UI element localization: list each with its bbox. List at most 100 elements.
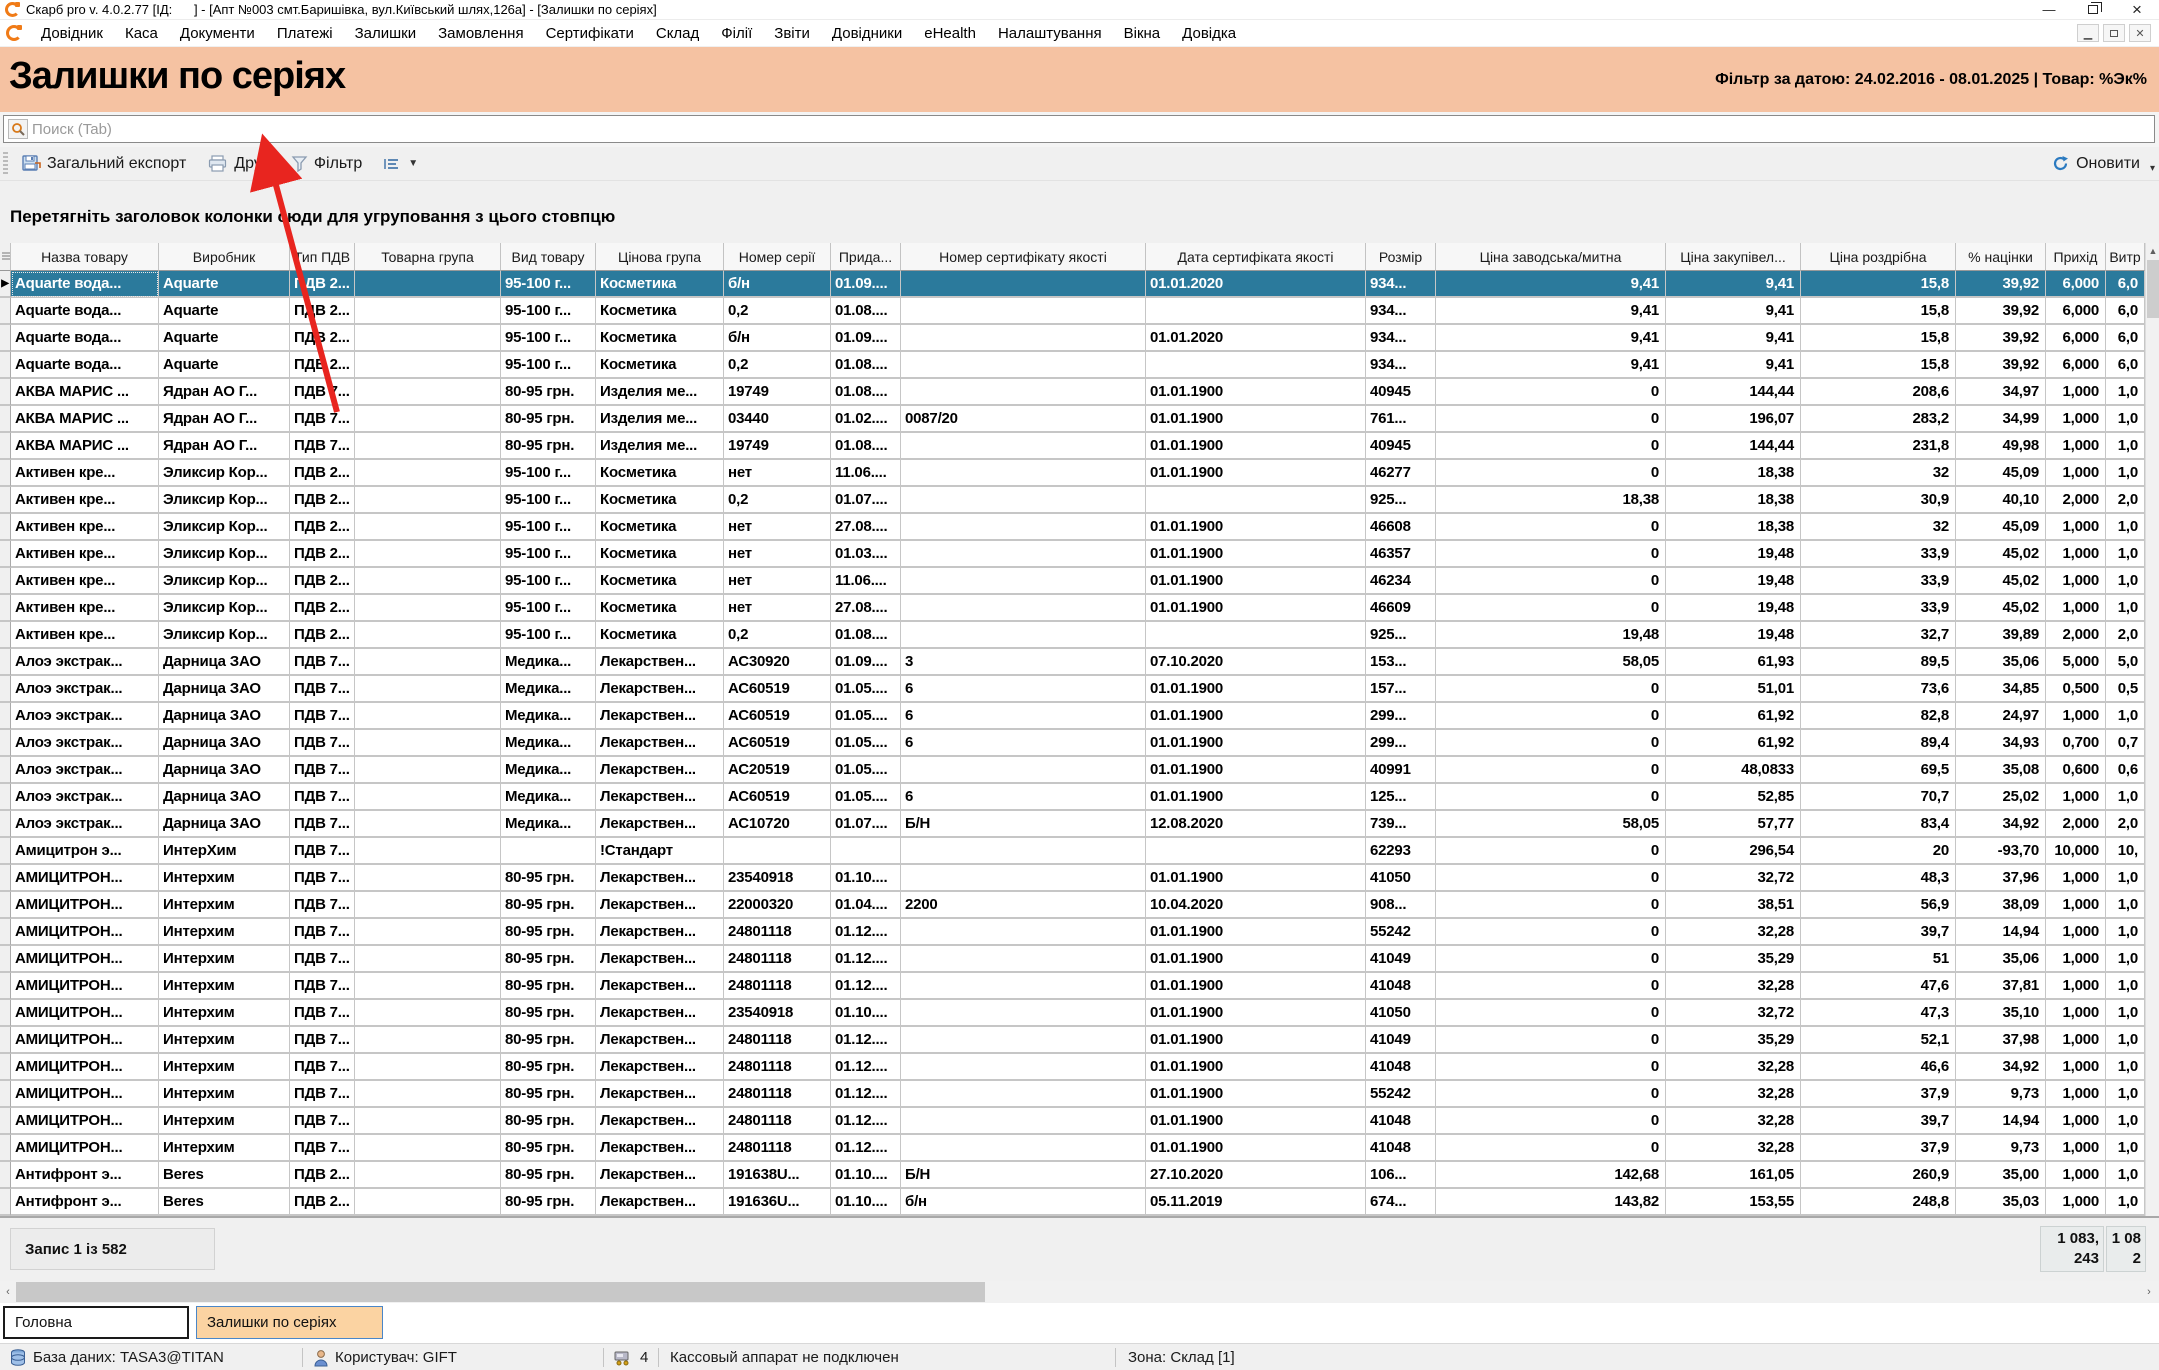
grid-cell[interactable]: 1,0 <box>2106 703 2145 730</box>
grid-cell[interactable]: 27.08.... <box>831 595 901 622</box>
grid-cell[interactable]: Изделия ме... <box>596 406 724 433</box>
minimize-button[interactable]: — <box>2027 0 2071 19</box>
grid-cell[interactable]: б/н <box>724 325 831 352</box>
grid-cell[interactable]: 10,000 <box>2046 838 2106 865</box>
grid-cell[interactable]: 2,000 <box>2046 811 2106 838</box>
grid-cell[interactable]: 01.12.... <box>831 1108 901 1135</box>
grid-cell[interactable]: 01.12.... <box>831 1054 901 1081</box>
grid-cell[interactable]: 9,41 <box>1436 271 1666 298</box>
grid-cell[interactable]: 55242 <box>1366 919 1436 946</box>
grid-cell[interactable]: 01.08.... <box>831 622 901 649</box>
grid-cell[interactable]: 0,600 <box>2046 757 2106 784</box>
grid-cell[interactable]: 37,9 <box>1801 1135 1956 1162</box>
grid-cell[interactable]: 1,0 <box>2106 946 2145 973</box>
grid-cell[interactable]: 0 <box>1436 757 1666 784</box>
row-indicator[interactable] <box>0 406 11 433</box>
grid-cell[interactable]: 0 <box>1436 514 1666 541</box>
grid-cell[interactable]: Лекарствен... <box>596 946 724 973</box>
grid-cell[interactable]: 27.10.2020 <box>1146 1162 1366 1189</box>
grid-cell[interactable]: Эликсир Кор... <box>159 514 290 541</box>
grid-cell[interactable]: Aquarte вода... <box>11 352 159 379</box>
grid-cell[interactable]: 01.01.1900 <box>1146 541 1366 568</box>
grid-cell[interactable]: 48,3 <box>1801 865 1956 892</box>
grid-cell[interactable]: 9,41 <box>1666 325 1801 352</box>
grid-cell[interactable]: 01.01.1900 <box>1146 1108 1366 1135</box>
row-indicator[interactable] <box>0 487 11 514</box>
grid-cell[interactable]: Интерхим <box>159 1000 290 1027</box>
grid-cell[interactable]: 34,97 <box>1956 379 2046 406</box>
grid-cell[interactable]: 23540918 <box>724 1000 831 1027</box>
grid-cell[interactable]: 46608 <box>1366 514 1436 541</box>
grid-cell[interactable]: 25,02 <box>1956 784 2046 811</box>
menu-item-7[interactable]: Склад <box>645 25 710 42</box>
grid-cell[interactable]: Антифронт э... <box>11 1189 159 1216</box>
grid-cell[interactable]: 15,8 <box>1801 325 1956 352</box>
grid-cell[interactable]: Косметика <box>596 541 724 568</box>
grid-cell[interactable]: 80-95 грн. <box>501 379 596 406</box>
grid-cell[interactable]: 0,2 <box>724 298 831 325</box>
grid-cell[interactable]: Aquarte <box>159 298 290 325</box>
grid-cell[interactable]: 0 <box>1436 568 1666 595</box>
column-header-9[interactable]: Дата сертифіката якості <box>1146 243 1366 271</box>
grid-cell[interactable]: Лекарствен... <box>596 811 724 838</box>
grid-cell[interactable]: ПДВ 7... <box>290 919 355 946</box>
grid-cell[interactable]: АС60519 <box>724 703 831 730</box>
grid-cell[interactable]: 82,8 <box>1801 703 1956 730</box>
grid-cell[interactable] <box>901 460 1146 487</box>
grid-cell[interactable]: 80-95 грн. <box>501 1189 596 1216</box>
grid-cell[interactable]: АС60519 <box>724 784 831 811</box>
row-indicator[interactable] <box>0 784 11 811</box>
grid-cell[interactable]: 24801118 <box>724 1081 831 1108</box>
menu-item-9[interactable]: Звіти <box>763 25 821 42</box>
grid-cell[interactable]: Интерхим <box>159 1027 290 1054</box>
grid-cell[interactable]: 5,000 <box>2046 649 2106 676</box>
grid-cell[interactable]: Косметика <box>596 568 724 595</box>
grid-cell[interactable]: 33,9 <box>1801 595 1956 622</box>
grid-cell[interactable]: Интерхим <box>159 973 290 1000</box>
column-header-5[interactable]: Цінова група <box>596 243 724 271</box>
grid-cell[interactable]: Косметика <box>596 352 724 379</box>
grid-cell[interactable]: 10, <box>2106 838 2145 865</box>
grid-cell[interactable] <box>355 946 501 973</box>
grid-cell[interactable]: ПДВ 7... <box>290 838 355 865</box>
grid-cell[interactable]: Медика... <box>501 784 596 811</box>
grid-cell[interactable] <box>901 946 1146 973</box>
column-header-6[interactable]: Номер серії <box>724 243 831 271</box>
grid-cell[interactable]: Эликсир Кор... <box>159 595 290 622</box>
grid-cell[interactable]: нет <box>724 541 831 568</box>
grid-cell[interactable]: 1,0 <box>2106 784 2145 811</box>
grid-cell[interactable]: 01.12.... <box>831 1081 901 1108</box>
grid-cell[interactable] <box>831 838 901 865</box>
grid-cell[interactable]: 925... <box>1366 487 1436 514</box>
grid-cell[interactable]: 47,6 <box>1801 973 1956 1000</box>
grid-cell[interactable]: ПДВ 2... <box>290 1189 355 1216</box>
grid-cell[interactable]: 01.01.1900 <box>1146 595 1366 622</box>
grid-cell[interactable]: 35,10 <box>1956 1000 2046 1027</box>
grid-cell[interactable] <box>355 730 501 757</box>
grid-cell[interactable]: 1,000 <box>2046 919 2106 946</box>
grid-cell[interactable]: 32,28 <box>1666 1135 1801 1162</box>
grid-cell[interactable]: 89,5 <box>1801 649 1956 676</box>
grid-cell[interactable] <box>901 1027 1146 1054</box>
grid-cell[interactable]: 0 <box>1436 1108 1666 1135</box>
grid-cell[interactable]: 45,09 <box>1956 460 2046 487</box>
grid-cell[interactable]: 95-100 г... <box>501 487 596 514</box>
grid-cell[interactable]: 0 <box>1436 703 1666 730</box>
grid-cell[interactable]: 0 <box>1436 433 1666 460</box>
grid-cell[interactable]: 95-100 г... <box>501 514 596 541</box>
grid-cell[interactable] <box>355 784 501 811</box>
menu-item-3[interactable]: Платежі <box>266 25 344 42</box>
grid-cell[interactable]: -93,70 <box>1956 838 2046 865</box>
grid-cell[interactable]: 1,0 <box>2106 379 2145 406</box>
grid-cell[interactable]: 1,000 <box>2046 892 2106 919</box>
grid-cell[interactable]: 80-95 грн. <box>501 1027 596 1054</box>
grid-cell[interactable]: Косметика <box>596 325 724 352</box>
grid-cell[interactable]: 45,02 <box>1956 541 2046 568</box>
grid-cell[interactable]: 80-95 грн. <box>501 946 596 973</box>
grid-cell[interactable]: 6,000 <box>2046 325 2106 352</box>
grid-cell[interactable]: 6,0 <box>2106 271 2145 298</box>
grid-cell[interactable]: 35,06 <box>1956 649 2046 676</box>
grid-cell[interactable] <box>901 514 1146 541</box>
grid-cell[interactable]: 0 <box>1436 676 1666 703</box>
grid-cell[interactable] <box>901 325 1146 352</box>
